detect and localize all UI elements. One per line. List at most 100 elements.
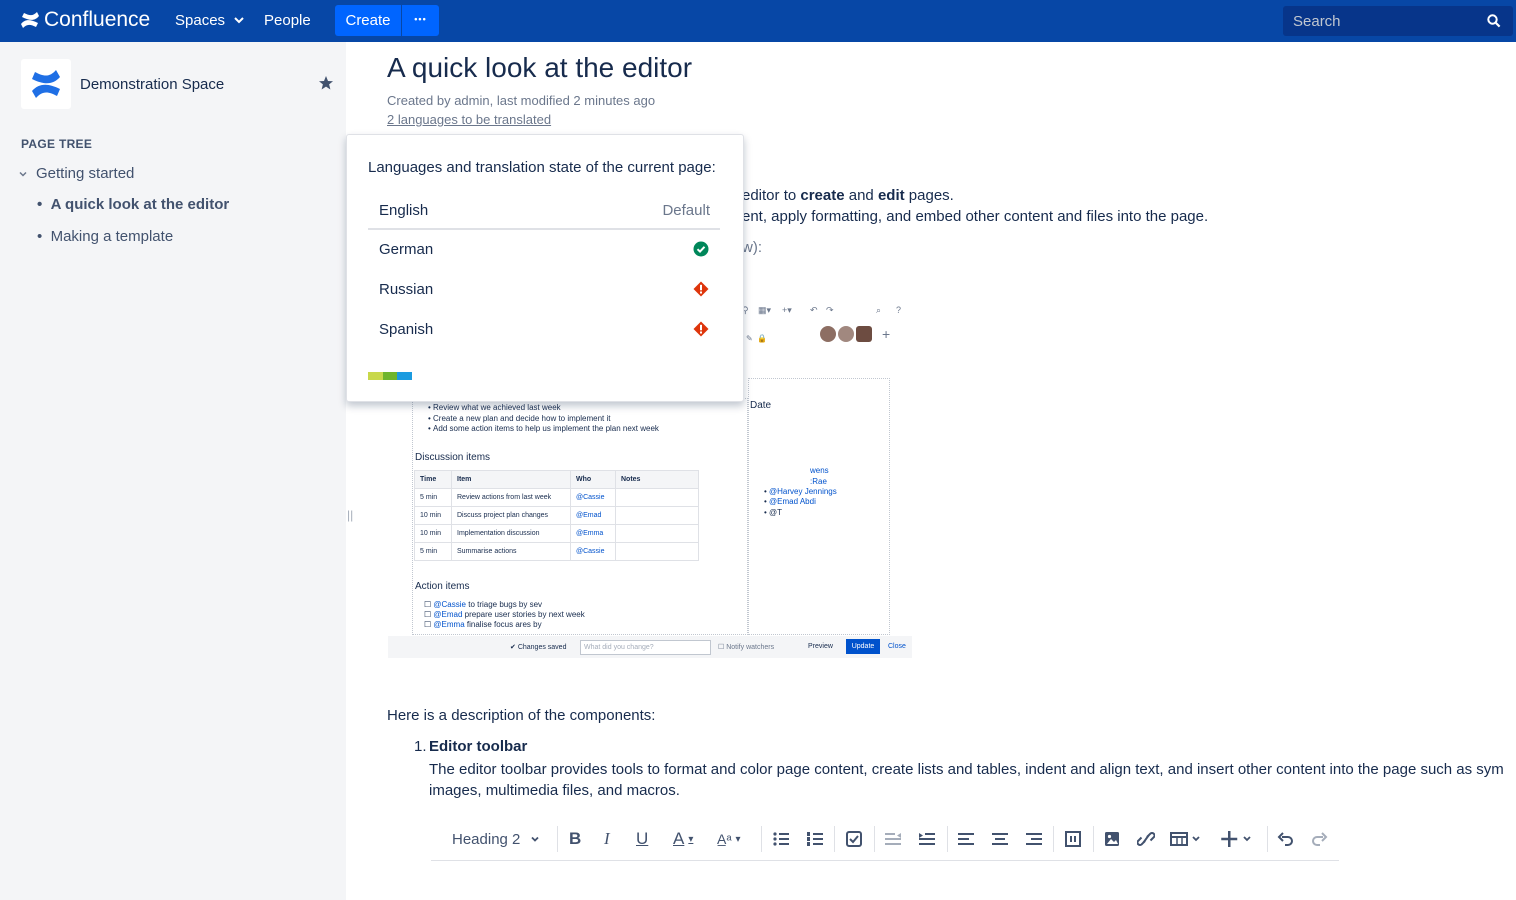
divider <box>761 826 762 852</box>
svg-text:↶: ↶ <box>810 305 818 315</box>
components-intro: Here is a description of the components: <box>387 707 656 724</box>
table-row: 5 min Review actions from last week @Cassi… <box>414 488 699 507</box>
mention: @Emma <box>433 620 465 629</box>
chevron-down-icon <box>531 836 540 842</box>
mention: wens <box>810 466 829 475</box>
screenshot-table: Time Item Who Notes 5 min Review actions … <box>414 470 699 561</box>
divider <box>557 826 558 852</box>
bold-icon: B <box>569 829 582 848</box>
align-center-icon <box>992 833 1008 845</box>
table-cell: @Cassie <box>570 488 616 507</box>
tree-item-making-template[interactable]: • Making a template <box>37 228 173 245</box>
chevron-down-icon[interactable] <box>18 169 28 179</box>
search-input[interactable] <box>1283 6 1483 36</box>
language-name: Spanish <box>379 321 434 338</box>
screenshot-bullet: • @Harvey Jennings <box>764 487 837 496</box>
screenshot-changes-saved: ✔ Changes saved <box>510 644 567 651</box>
confluence-logo-icon <box>21 12 39 28</box>
avatar <box>838 326 854 342</box>
table-cell: 5 min <box>414 488 452 507</box>
mention: @Emad <box>433 610 463 619</box>
language-row-english[interactable]: English Default <box>368 191 720 229</box>
table-cell: 10 min <box>414 506 452 525</box>
table-cell <box>615 524 699 543</box>
sidebar-resize-handle[interactable]: || <box>347 508 353 522</box>
tree-item-label: Getting started <box>36 165 135 182</box>
redo-icon <box>1312 832 1328 846</box>
language-name: Russian <box>379 281 434 298</box>
screenshot-bullet: • Review what we achieved last week <box>428 403 561 412</box>
table-cell: Review actions from last week <box>451 488 571 507</box>
table-cell: 5 min <box>414 542 452 561</box>
body-line-2: ent, apply formatting, and embed other c… <box>742 208 1209 225</box>
list-item-description: The editor toolbar provides tools to for… <box>429 759 1516 801</box>
screenshot-change-input: What did you change? <box>580 640 711 655</box>
screenshot-notify: ☐ Notify watchers <box>718 644 775 651</box>
app-name: Confluence <box>44 8 151 31</box>
language-row-spanish[interactable]: Spanish <box>368 310 720 348</box>
screenshot-action: ☐ @Emad prepare user stories by next wee… <box>424 610 585 619</box>
search-box[interactable] <box>1283 6 1513 36</box>
logo-segment <box>368 372 383 380</box>
create-button[interactable]: Create <box>335 5 401 36</box>
mention: :Rae <box>810 477 827 486</box>
divider <box>947 826 948 852</box>
translation-link[interactable]: 2 languages to be translated <box>387 112 551 127</box>
table-header: Time <box>414 470 452 489</box>
page-title: A quick look at the editor <box>387 52 693 83</box>
body-line-1: editor to create and edit pages. <box>742 187 954 204</box>
text-style-dropdown: Heading 2 <box>452 828 540 850</box>
text: Add some action items to help us impleme… <box>433 424 659 433</box>
task-checkbox-icon <box>846 831 862 847</box>
text: pages. <box>904 187 954 204</box>
language-row-russian[interactable]: Russian <box>368 270 720 308</box>
bullet-icon: • <box>37 228 51 245</box>
text: finalise focus ares by <box>466 620 542 629</box>
search-icon[interactable] <box>1487 14 1501 28</box>
spaces-menu[interactable]: Spaces <box>175 12 244 29</box>
divider <box>1267 826 1268 852</box>
text-bold: create <box>800 187 845 204</box>
text-style-label: Heading 2 <box>452 830 521 848</box>
text: Changes saved <box>517 644 567 651</box>
add-collaborator-icon: + <box>882 326 891 342</box>
screenshot-bullet: • @Emad Abdi <box>764 497 816 506</box>
screenshot-date-label: Date <box>750 400 772 411</box>
link-icon <box>1137 832 1155 846</box>
table-cell: Discuss project plan changes <box>451 506 571 525</box>
text: The editor toolbar provides tools to for… <box>429 761 1504 778</box>
space-logo-icon <box>32 70 60 98</box>
text-color-icon: A ▾ <box>673 829 694 848</box>
table-header: Item <box>451 470 571 489</box>
check-circle-icon <box>693 241 709 257</box>
screenshot-bullet: • Add some action items to help us imple… <box>428 424 659 433</box>
table-icon <box>1170 832 1200 846</box>
mention: @Harvey Jennings <box>769 487 837 496</box>
underline-icon: U <box>636 829 649 848</box>
top-navigation: Confluence Spaces People Create ••• <box>0 0 1516 42</box>
confluence-logo[interactable]: Confluence <box>20 8 150 32</box>
divider <box>834 826 835 852</box>
tree-item-quick-look[interactable]: • A quick look at the editor <box>37 196 229 213</box>
create-more-button[interactable]: ••• <box>402 5 439 36</box>
screenshot-bullet: • Create a new plan and decide how to im… <box>428 414 611 423</box>
text: prepare user stories by next week <box>464 610 585 619</box>
table-header: Notes <box>615 470 699 489</box>
people-link[interactable]: People <box>264 12 311 29</box>
table-row: 10 min Implementation discussion @Emma <box>414 524 699 543</box>
space-avatar[interactable] <box>21 59 71 109</box>
spaces-label: Spaces <box>175 12 226 29</box>
text: images, multimedia files, and macros. <box>429 782 680 799</box>
screenshot-bullet: • @T <box>764 508 783 517</box>
avatar <box>856 326 872 342</box>
align-left-icon <box>958 833 974 845</box>
star-icon[interactable] <box>318 75 334 91</box>
collaborator-avatars: + <box>820 326 890 342</box>
tree-item-getting-started[interactable]: Getting started <box>18 165 134 182</box>
space-name[interactable]: Demonstration Space <box>80 76 224 93</box>
outdent-icon <box>885 833 901 845</box>
list-number: 1. <box>414 738 427 755</box>
screenshot-action: ☐ @Emma finalise focus ares by <box>424 620 542 629</box>
text: and <box>844 187 878 204</box>
language-row-german[interactable]: German <box>368 230 720 268</box>
